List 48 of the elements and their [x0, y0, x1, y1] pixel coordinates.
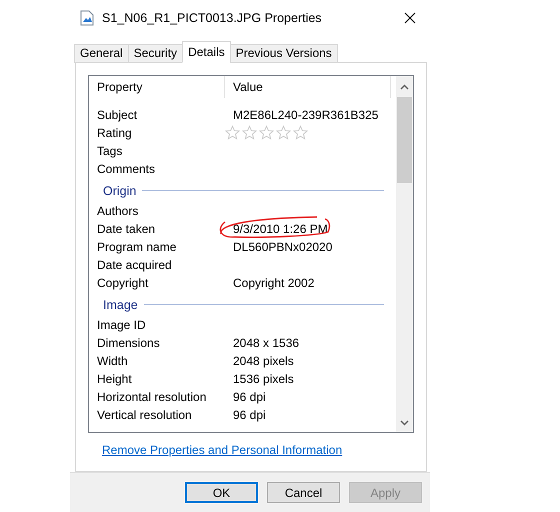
property-value: Copyright 2002 [232, 276, 316, 290]
property-value: 1536 pixels [232, 372, 295, 386]
property-name: Width [96, 354, 129, 368]
star-icon[interactable] [293, 125, 308, 140]
property-value: 96 dpi [232, 408, 267, 422]
property-name: Image ID [96, 318, 147, 332]
property-name: Vertical resolution [96, 408, 193, 422]
remove-properties-link[interactable]: Remove Properties and Personal Information [102, 442, 342, 457]
property-name: Authors [96, 204, 140, 218]
star-icon[interactable] [259, 125, 274, 140]
tab[interactable]: Details [182, 40, 231, 63]
property-name: Date acquired [96, 258, 173, 272]
property-name: Subject [96, 108, 138, 122]
property-name: Horizontal resolution [96, 390, 208, 404]
scrollbar[interactable] [396, 76, 413, 432]
property-value: 96 dpi [232, 390, 267, 404]
dialog-button[interactable]: Cancel [267, 482, 340, 504]
property-name: Date taken [96, 222, 156, 236]
tab[interactable]: General [74, 44, 129, 63]
property-value: 2048 x 1536 [232, 336, 300, 350]
close-icon [404, 12, 416, 24]
image-file-icon [80, 10, 94, 26]
group-heading: Image [103, 298, 138, 312]
column-header[interactable]: Value [225, 76, 391, 98]
column-header[interactable]: Property [89, 76, 225, 98]
property-name: Dimensions [96, 336, 161, 350]
star-icon[interactable] [242, 125, 257, 140]
property-value: 2048 pixels [232, 354, 295, 368]
scroll-up-icon[interactable] [400, 84, 409, 90]
property-name: Comments [96, 162, 156, 176]
dialog-button[interactable]: OK [185, 482, 258, 504]
property-name: Copyright [96, 276, 150, 290]
star-icon[interactable] [225, 125, 240, 140]
property-name: Tags [96, 144, 124, 158]
star-icon[interactable] [276, 125, 291, 140]
property-value: M2E86L240-239R361B325 [232, 108, 380, 122]
rating-stars[interactable] [225, 125, 308, 140]
property-value: 9/3/2010 1:26 PM [232, 222, 329, 236]
tab[interactable]: Security [128, 44, 184, 63]
group-heading: Origin [103, 184, 136, 198]
property-name: Program name [96, 240, 178, 254]
property-value: DL560PBNx02020 [232, 240, 334, 254]
tab[interactable]: Previous Versions [230, 44, 338, 63]
property-name: Height [96, 372, 133, 386]
property-name: Rating [96, 126, 133, 140]
window-title: S1_N06_R1_PICT0013.JPG Properties [102, 10, 323, 25]
scroll-thumb[interactable] [397, 96, 412, 183]
scroll-down-icon[interactable] [400, 420, 409, 426]
